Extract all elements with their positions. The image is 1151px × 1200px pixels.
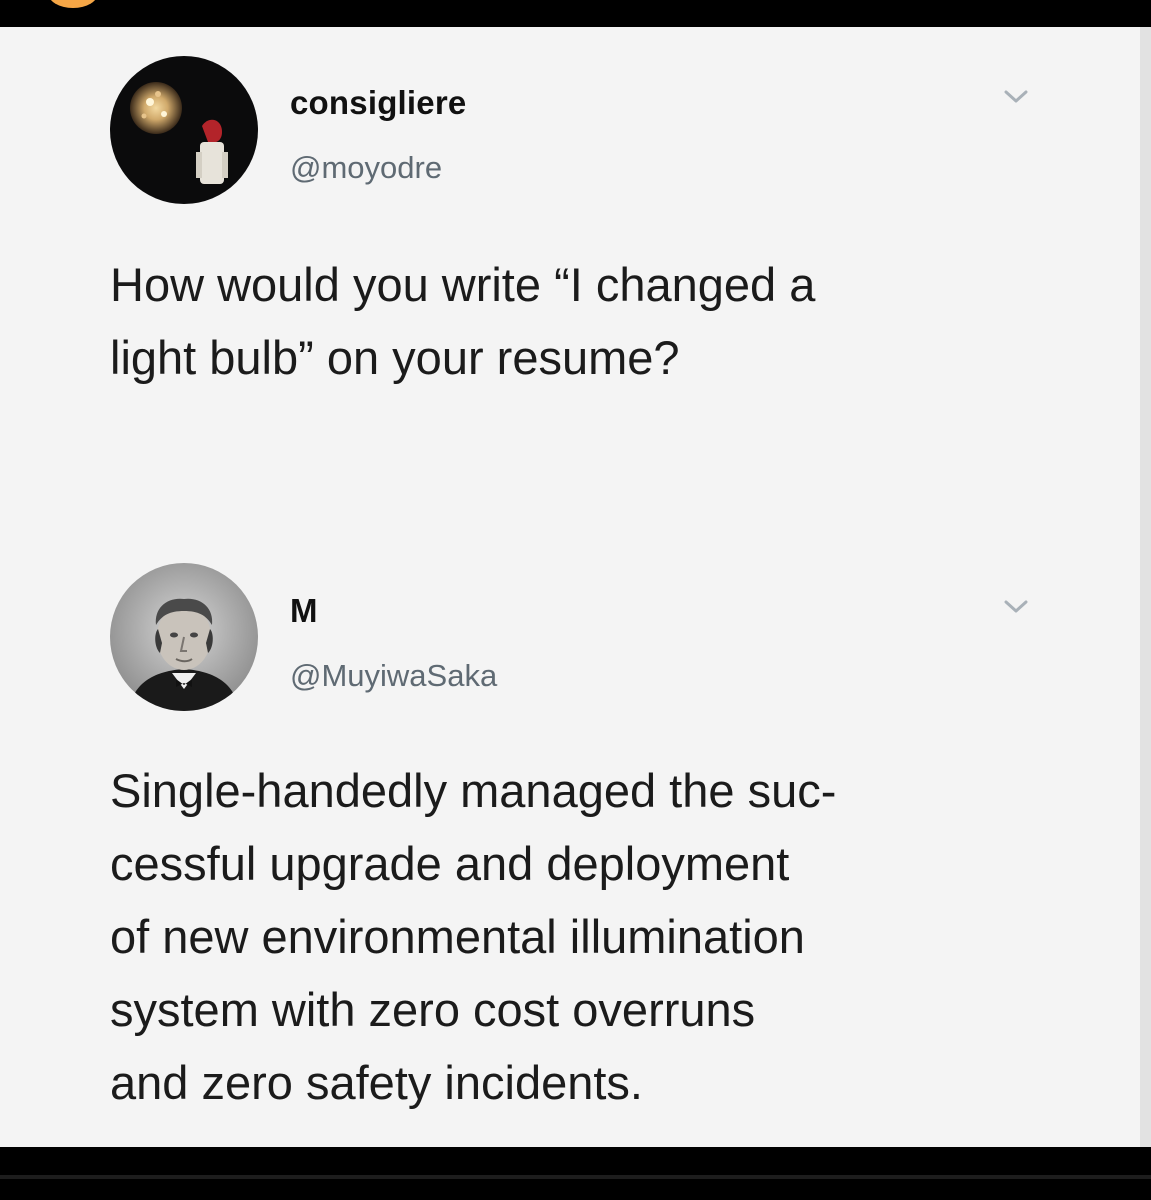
bottom-frame-bar: [0, 1147, 1151, 1200]
tweet-body-line: and zero safety incidents.: [110, 1056, 643, 1109]
user-handle[interactable]: @MuyiwaSaka: [290, 658, 497, 694]
tweet-body-line: of new environmental illumination: [110, 910, 805, 963]
tweet-body-line: Single-handedly managed the suc-: [110, 764, 837, 817]
user-avatar-icon[interactable]: [110, 563, 258, 711]
tweet-body-line: system with zero cost overruns: [110, 983, 756, 1036]
card-edge: [1140, 27, 1151, 1147]
tweet-body: Single-handedly managed the suc- cessful…: [110, 754, 1070, 1119]
tweet-body-line: cessful upgrade and deployment: [110, 837, 790, 890]
bottom-frame-strip: [0, 1175, 1151, 1179]
chevron-down-icon[interactable]: [1000, 596, 1032, 616]
display-name[interactable]: M: [290, 592, 318, 630]
tweet-2: M @MuyiwaSaka Single-handedly managed th…: [0, 0, 1140, 1147]
